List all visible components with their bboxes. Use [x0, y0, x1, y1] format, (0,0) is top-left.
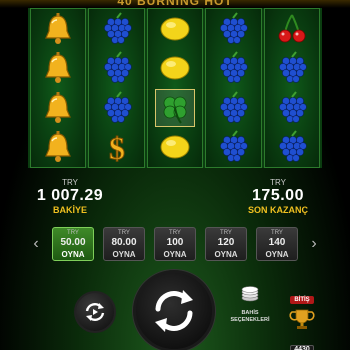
autoplay-icon — [85, 303, 105, 321]
bell-symbol — [38, 49, 78, 87]
bet-selector: ‹ TRY 50.00 OYNA TRY 80.00 OYNA TRY 100 OYNA TRY 1… — [0, 227, 350, 261]
grapes-symbol — [272, 128, 312, 166]
bet-amount: 100 — [166, 237, 184, 248]
lemon-symbol — [155, 49, 195, 87]
bet-options-button[interactable]: BAHİS SEÇENEKLERİ — [224, 286, 276, 336]
bet-play-label: OYNA — [112, 250, 136, 259]
bell-icon — [45, 131, 72, 163]
bet-amount: 120 — [217, 237, 235, 248]
bell-icon — [45, 91, 72, 123]
grapes-icon — [103, 12, 132, 44]
grapes-symbol — [272, 49, 312, 87]
cherry-icon — [278, 14, 306, 43]
reel-area: $ — [28, 8, 322, 168]
bet-option-button[interactable]: TRY 120 OYNA — [205, 227, 247, 261]
bet-amount: 80.00 — [111, 237, 137, 248]
cherry-symbol — [272, 10, 312, 48]
bet-currency: TRY — [169, 230, 181, 236]
grapes-icon — [103, 51, 132, 83]
game-screen: 40 BURNING HOT $ TRY 1 007.29 BAKİYE TRY… — [0, 0, 350, 350]
bet-currency: TRY — [118, 230, 130, 236]
chips-icon — [241, 286, 259, 302]
last-win-display: TRY 175.00 SON KAZANÇ — [236, 178, 320, 215]
reel-1 — [30, 8, 87, 168]
chevron-left-icon[interactable]: ‹ — [30, 229, 42, 259]
grapes-symbol — [97, 49, 137, 87]
game-title: 40 BURNING HOT — [117, 0, 233, 8]
clover-symbol — [155, 88, 196, 127]
bet-option-button[interactable]: TRY 140 OYNA — [256, 227, 298, 261]
reel-5 — [263, 8, 321, 168]
balance-label: BAKİYE — [52, 205, 87, 215]
bet-option-button[interactable]: TRY 80.00 OYNA — [103, 227, 145, 261]
game-title-banner: 40 BURNING HOT — [0, 0, 350, 8]
bet-amount: 50.00 — [60, 237, 86, 248]
lemon-icon — [160, 17, 190, 41]
clover-icon — [163, 96, 187, 124]
autoplay-button[interactable] — [74, 291, 116, 333]
bell-symbol — [38, 10, 78, 48]
grapes-icon — [220, 12, 249, 44]
control-bar: BAHİS SEÇENEKLERİ BİTİŞ 4430 — [0, 268, 350, 350]
last-win-currency: TRY — [270, 178, 286, 187]
bet-currency: TRY — [220, 230, 232, 236]
bet-play-label: OYNA — [61, 250, 85, 259]
last-win-value: 175.00 — [252, 187, 304, 204]
tournament-amount: 4430 — [290, 345, 314, 350]
balance-display: TRY 1 007.29 BAKİYE — [28, 178, 112, 215]
grapes-symbol — [97, 10, 137, 48]
reel-4 — [205, 8, 262, 168]
reel-3 — [146, 8, 204, 168]
lemon-symbol — [155, 128, 195, 166]
bet-play-label: OYNA — [265, 250, 289, 259]
bet-option-button[interactable]: TRY 100 OYNA — [154, 227, 196, 261]
bell-symbol — [38, 128, 78, 166]
bell-icon — [45, 12, 72, 44]
bet-play-label: OYNA — [163, 250, 187, 259]
tournament-badge[interactable]: BİTİŞ 4430 — [284, 288, 320, 350]
grapes-icon — [220, 91, 249, 123]
last-win-label: SON KAZANÇ — [248, 205, 308, 215]
balance-row: TRY 1 007.29 BAKİYE TRY 175.00 SON KAZAN… — [0, 178, 350, 218]
grapes-symbol — [213, 10, 253, 48]
balance-currency: TRY — [62, 178, 78, 187]
svg-text:$: $ — [109, 130, 125, 165]
spin-button[interactable] — [133, 270, 215, 350]
grapes-icon — [220, 51, 249, 83]
bet-option-button[interactable]: TRY 50.00 OYNA — [52, 227, 94, 261]
bet-options-label-2: SEÇENEKLERİ — [230, 317, 270, 323]
bet-currency: TRY — [67, 230, 79, 236]
grapes-icon — [103, 91, 132, 123]
grapes-icon — [220, 130, 249, 162]
lemon-symbol — [155, 10, 195, 48]
grapes-icon — [278, 51, 307, 83]
bet-amount: 140 — [268, 237, 286, 248]
bet-currency: TRY — [271, 230, 283, 236]
tournament-end-label: BİTİŞ — [290, 296, 314, 304]
spin-icon — [155, 290, 193, 332]
grapes-symbol — [213, 49, 253, 87]
lemon-icon — [160, 56, 190, 80]
grapes-symbol — [213, 128, 253, 166]
grapes-icon — [278, 130, 307, 162]
dollar-icon: $ — [108, 130, 125, 166]
grapes-icon — [278, 91, 307, 123]
bell-icon — [45, 52, 72, 84]
grapes-symbol — [97, 89, 137, 127]
bell-symbol — [38, 89, 78, 127]
grapes-symbol — [272, 89, 312, 127]
trophy-icon — [289, 309, 315, 329]
bet-options-label-1: BAHİS — [241, 310, 259, 316]
dollar-symbol: $ — [97, 128, 137, 166]
chevron-right-icon[interactable]: › — [308, 229, 320, 259]
lemon-icon — [160, 135, 190, 159]
balance-value: 1 007.29 — [36, 187, 104, 204]
bet-play-label: OYNA — [214, 250, 238, 259]
grapes-symbol — [213, 89, 253, 127]
reel-2: $ — [88, 8, 145, 168]
